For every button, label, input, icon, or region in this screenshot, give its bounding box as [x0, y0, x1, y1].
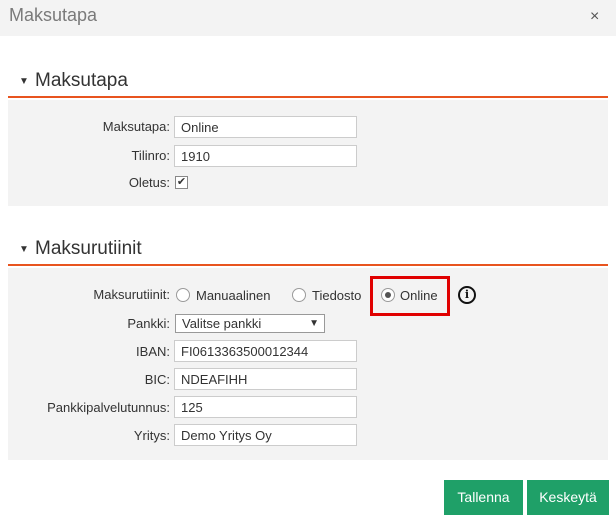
section-maksutapa-title: Maksutapa — [35, 70, 128, 91]
info-icon[interactable]: i — [458, 286, 476, 304]
radio-tiedosto[interactable] — [292, 288, 306, 302]
oletus-checkbox[interactable]: ✔ — [175, 176, 188, 189]
pankki-select-value: Valitse pankki — [182, 316, 262, 331]
radio-manuaalinen[interactable] — [176, 288, 190, 302]
maksurutiinit-label: Maksurutiinit: — [93, 287, 170, 302]
chevron-down-icon[interactable]: ▼ — [19, 244, 29, 255]
pankkipalvelutunnus-label: Pankkipalvelutunnus: — [47, 400, 170, 415]
tilinro-input[interactable] — [174, 145, 357, 167]
dialog-title: Maksutapa — [9, 5, 98, 25]
pankkipalvelutunnus-input[interactable] — [174, 396, 357, 418]
radio-manuaalinen-label[interactable]: Manuaalinen — [196, 288, 270, 303]
pankki-label: Pankki: — [127, 316, 170, 331]
tilinro-label: Tilinro: — [131, 148, 170, 163]
cancel-button[interactable]: Keskeytä — [527, 480, 609, 515]
iban-input[interactable] — [174, 340, 357, 362]
chevron-down-icon[interactable]: ▼ — [19, 76, 29, 87]
close-icon[interactable]: × — [590, 9, 599, 25]
bic-input[interactable] — [174, 368, 357, 390]
bic-label: BIC: — [144, 372, 170, 387]
yritys-label: Yritys: — [133, 428, 170, 443]
iban-label: IBAN: — [136, 344, 170, 359]
section-maksurutiinit-title: Maksurutiinit — [35, 238, 142, 259]
maksutapa-input[interactable] — [174, 116, 357, 138]
section-maksutapa-header[interactable]: ▼ Maksutapa — [8, 70, 608, 98]
maksutapa-label: Maksutapa: — [102, 119, 170, 134]
section-maksurutiinit-header[interactable]: ▼ Maksurutiinit — [8, 238, 608, 266]
radio-tiedosto-label[interactable]: Tiedosto — [312, 288, 361, 303]
online-highlight-box — [370, 276, 450, 316]
save-button[interactable]: Tallenna — [444, 480, 523, 515]
pankki-select[interactable]: Valitse pankki ▼ — [175, 314, 325, 333]
dialog-titlebar: Maksutapa × — [0, 0, 616, 36]
yritys-input[interactable] — [174, 424, 357, 446]
oletus-label: Oletus: — [128, 175, 170, 190]
chevron-down-icon: ▼ — [309, 318, 319, 329]
